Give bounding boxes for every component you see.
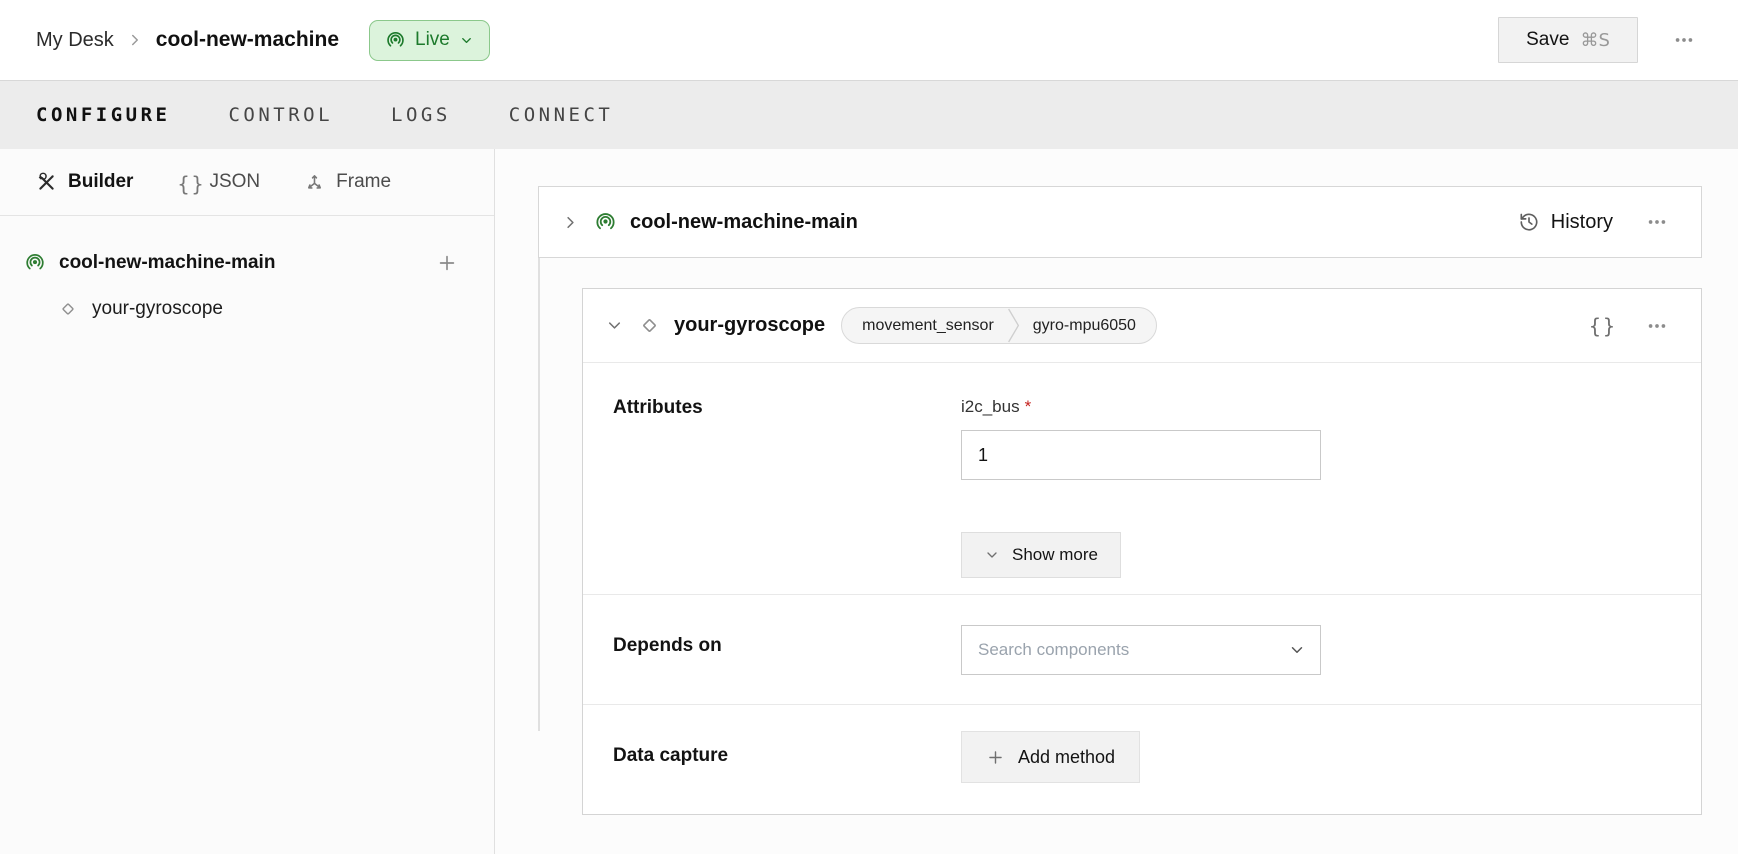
attributes-section-label: Attributes — [613, 397, 961, 594]
component-name: your-gyroscope — [674, 314, 825, 337]
attributes-fields: i2c_bus * Show more — [961, 397, 1321, 594]
subtab-frame-label: Frame — [336, 171, 391, 193]
subtab-builder[interactable]: Builder — [36, 171, 133, 193]
breadcrumb-my-desk[interactable]: My Desk — [36, 29, 114, 52]
braces-icon: {} — [177, 172, 198, 193]
machine-part-tree: cool-new-machine-main your-gyroscope — [0, 216, 494, 332]
config-main-area: cool-new-machine-main History your-gyros… — [495, 149, 1738, 854]
save-button-label: Save — [1526, 29, 1569, 51]
tab-logs[interactable]: LOGS — [391, 104, 451, 126]
machine-part-title: cool-new-machine-main — [630, 211, 858, 234]
component-card-header: your-gyroscope movement_sensor gyro-mpu6… — [583, 289, 1701, 363]
collapse-component-card-button[interactable] — [605, 316, 624, 335]
machine-part-card: cool-new-machine-main History — [538, 186, 1702, 258]
broadcast-icon — [24, 252, 46, 274]
gyroscope-component-card: your-gyroscope movement_sensor gyro-mpu6… — [582, 288, 1702, 815]
tab-connect[interactable]: CONNECT — [509, 104, 614, 126]
required-marker: * — [1025, 397, 1032, 416]
axes-icon — [304, 172, 325, 193]
chevron-right-icon — [561, 213, 580, 232]
broadcast-icon — [385, 30, 406, 51]
i2c-bus-label-text: i2c_bus — [961, 397, 1020, 416]
data-capture-fields: Add method — [961, 731, 1140, 816]
component-diamond-icon — [638, 314, 661, 337]
tree-machine-name: cool-new-machine-main — [59, 252, 275, 274]
component-diamond-icon — [58, 299, 78, 319]
depends-on-section-label: Depends on — [613, 625, 961, 704]
ellipsis-icon — [1646, 211, 1668, 233]
tab-control[interactable]: CONTROL — [228, 104, 333, 126]
subtab-frame[interactable]: Frame — [304, 171, 391, 193]
tree-item-gyroscope[interactable]: your-gyroscope — [0, 286, 494, 332]
plus-icon — [436, 252, 458, 274]
tree-component-name: your-gyroscope — [92, 298, 223, 320]
subtab-json[interactable]: {} JSON — [177, 171, 260, 193]
plus-icon — [986, 748, 1005, 767]
add-method-button[interactable]: Add method — [961, 731, 1140, 783]
history-label: History — [1551, 211, 1613, 234]
i2c-bus-input[interactable] — [961, 430, 1321, 480]
chevron-down-icon — [459, 33, 474, 48]
expand-machine-card-button[interactable] — [561, 213, 580, 232]
chevron-down-icon — [984, 547, 1000, 563]
data-capture-section-label: Data capture — [613, 731, 961, 816]
tools-icon — [36, 172, 57, 193]
machine-card-menu-button[interactable] — [1639, 204, 1675, 240]
tree-item-machine-main[interactable]: cool-new-machine-main — [0, 240, 494, 286]
show-more-button[interactable]: Show more — [961, 532, 1121, 578]
save-button[interactable]: Save ⌘S — [1498, 17, 1638, 63]
config-sidebar: Builder {} JSON Frame cool-new-machine-m… — [0, 149, 495, 854]
component-model-tag: gyro-mpu6050 — [1020, 308, 1156, 343]
history-button[interactable]: History — [1518, 211, 1613, 234]
braces-icon: {} — [1589, 314, 1617, 338]
subtab-builder-label: Builder — [68, 171, 133, 193]
view-raw-json-button[interactable]: {} — [1589, 314, 1617, 338]
live-status-dropdown[interactable]: Live — [369, 20, 490, 61]
live-status-label: Live — [415, 29, 450, 51]
topbar: My Desk cool-new-machine Live Save ⌘S — [0, 0, 1738, 80]
attributes-section: Attributes i2c_bus * Show more — [583, 363, 1701, 594]
data-capture-section: Data capture Add method — [583, 704, 1701, 816]
chevron-down-icon — [1288, 641, 1306, 659]
ellipsis-icon — [1673, 29, 1695, 51]
history-clock-icon — [1518, 211, 1540, 233]
tag-divider-icon — [1007, 308, 1020, 343]
show-more-label: Show more — [1012, 545, 1098, 565]
subtab-json-label: JSON — [209, 171, 260, 193]
ellipsis-icon — [1646, 315, 1668, 337]
add-component-button[interactable] — [434, 250, 460, 276]
component-type-tag: movement_sensor — [842, 308, 1007, 343]
app-window: My Desk cool-new-machine Live Save ⌘S CO… — [0, 0, 1738, 854]
component-card-menu-button[interactable] — [1639, 308, 1675, 344]
tab-configure[interactable]: CONFIGURE — [36, 104, 170, 126]
add-method-label: Add method — [1018, 747, 1115, 768]
chevron-down-icon — [605, 316, 624, 335]
depends-on-section: Depends on — [583, 594, 1701, 704]
config-view-subtabs: Builder {} JSON Frame — [0, 149, 494, 216]
save-shortcut: ⌘S — [1580, 30, 1609, 51]
breadcrumb-chevron-icon — [126, 31, 144, 49]
i2c-bus-field-label: i2c_bus * — [961, 397, 1321, 417]
search-components-input[interactable] — [978, 640, 1288, 660]
topbar-more-menu-button[interactable] — [1666, 22, 1702, 58]
breadcrumb-machine-name: cool-new-machine — [156, 28, 339, 52]
component-type-model-tags: movement_sensor gyro-mpu6050 — [841, 307, 1157, 344]
tree-connector-line — [538, 258, 540, 731]
depends-on-select[interactable] — [961, 625, 1321, 675]
main-tabbar: CONFIGURE CONTROL LOGS CONNECT — [0, 80, 1738, 149]
broadcast-icon — [594, 211, 617, 234]
